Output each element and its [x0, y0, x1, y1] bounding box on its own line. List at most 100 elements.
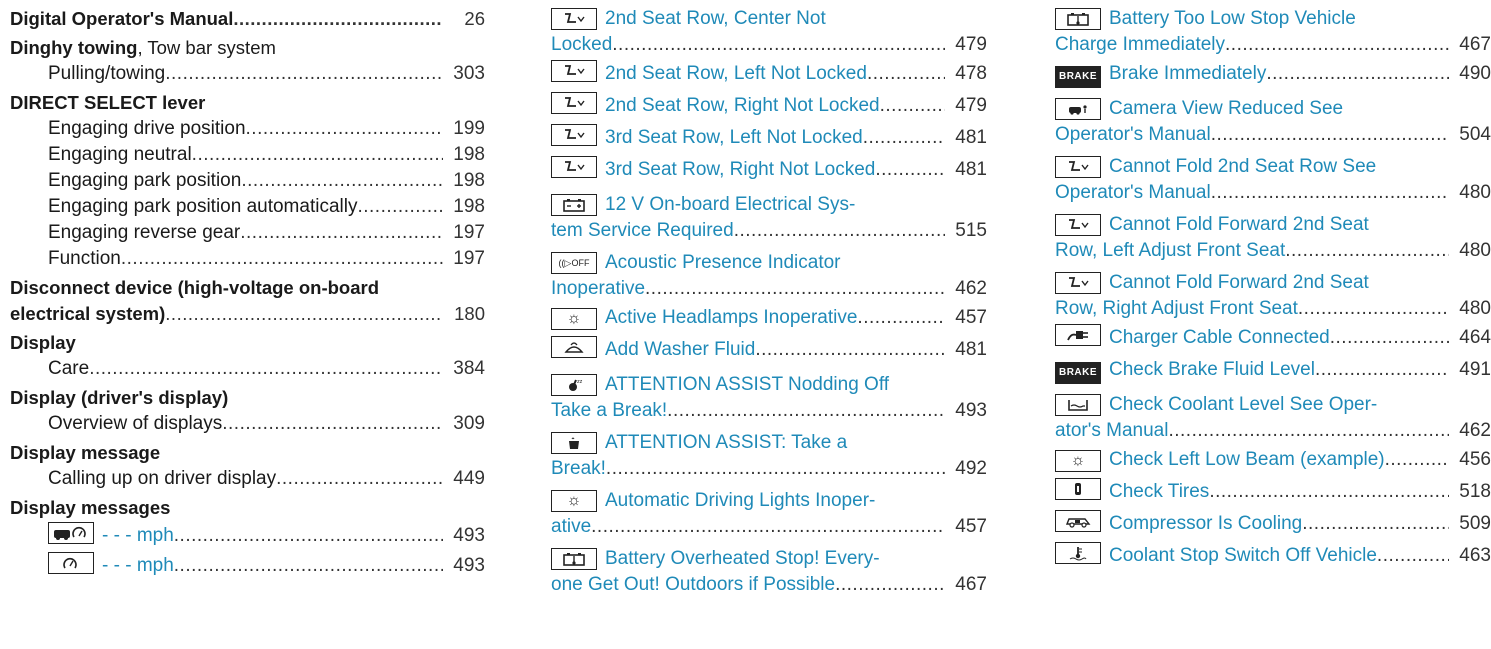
index-entry-display-drivers: Display (driver's display) [10, 385, 485, 411]
display-message-entry[interactable]: Battery Overheated Stop! Every- one Get … [551, 546, 987, 598]
index-subentry[interactable]: Overview of displays 309 [10, 411, 485, 437]
entry-title: Display [10, 332, 76, 353]
seat-icon [1055, 214, 1101, 236]
page-number[interactable]: 481 [945, 154, 987, 186]
leader-dots [165, 61, 443, 87]
page-number[interactable]: 518 [1449, 476, 1491, 508]
leader-dots [89, 356, 443, 382]
page-number[interactable]: 467 [1449, 32, 1491, 58]
page-number[interactable]: 481 [945, 334, 987, 366]
index-subentry[interactable]: Engaging drive position 199 [10, 116, 485, 142]
leader-dots [1211, 180, 1449, 206]
page-number[interactable]: 197 [443, 220, 485, 246]
display-message-entry[interactable]: Check Coolant Level See Oper- ator's Man… [1055, 392, 1491, 444]
page-number[interactable]: 481 [945, 122, 987, 154]
page-number[interactable]: 303 [443, 61, 485, 87]
message-title: Compressor Is Cooling [1109, 513, 1303, 534]
page-number[interactable]: 457 [945, 302, 987, 334]
page-number[interactable]: 463 [1449, 540, 1491, 572]
leader-dots [880, 90, 945, 122]
page-number[interactable]: 479 [945, 90, 987, 122]
display-message-entry[interactable]: 3rd Seat Row, Right Not Locked 481 [551, 154, 987, 186]
display-message-entry[interactable]: 2nd Seat Row, Right Not Locked 479 [551, 90, 987, 122]
battery-icon [551, 194, 597, 216]
headlamp-icon: ☼ [551, 308, 597, 330]
display-message-entry[interactable]: 2nd Seat Row, Left Not Locked 478 [551, 58, 987, 90]
page-number[interactable]: 462 [1449, 418, 1491, 444]
page-number[interactable]: 198 [443, 194, 485, 220]
page-number[interactable]: 309 [443, 411, 485, 437]
index-subentry[interactable]: Care 384 [10, 356, 485, 382]
index-subentry[interactable]: Engaging park position 198 [10, 168, 485, 194]
page-number[interactable]: 493 [945, 398, 987, 424]
display-message-entry[interactable]: ☼ Automatic Driving Lights Inoper- ative 4… [551, 488, 987, 540]
page-number[interactable]: 478 [945, 58, 987, 90]
message-title: Coolant Stop Switch Off Vehicle [1109, 545, 1377, 566]
page-number[interactable]: 493 [443, 521, 485, 551]
display-message-entry[interactable]: zz ATTENTION ASSIST Nodding Off Take a Br… [551, 372, 987, 424]
page-number[interactable]: 456 [1449, 444, 1491, 476]
display-message-entry[interactable]: Camera View Reduced See Operator's Manua… [1055, 96, 1491, 148]
display-message-entry[interactable]: Cannot Fold Forward 2nd Seat Row, Right … [1055, 270, 1491, 322]
display-message-entry[interactable]: BRAKE Brake Immediately 490 [1055, 58, 1491, 90]
index-entry-disconnect-device-line2[interactable]: electrical system) 180 [10, 301, 485, 327]
index-entry-digital-operators-manual[interactable]: Digital Operator's Manual 26 [10, 6, 485, 32]
page-number[interactable]: 26 [443, 6, 485, 32]
page-number[interactable]: 457 [945, 514, 987, 540]
page-number[interactable]: 509 [1449, 508, 1491, 540]
coolant-temp-icon [1055, 542, 1101, 564]
page-number[interactable]: 491 [1449, 354, 1491, 386]
display-message-entry[interactable]: Check Tires 518 [1055, 476, 1491, 508]
display-message-entry[interactable]: BRAKE Check Brake Fluid Level 491 [1055, 354, 1491, 386]
page-number[interactable]: 198 [443, 142, 485, 168]
message-title: Cannot Fold Forward 2nd Seat [1109, 214, 1369, 235]
display-message-entry[interactable]: ((▷OFF Acoustic Presence Indicator Inoper… [551, 250, 987, 302]
leader-dots [667, 398, 945, 424]
page-number[interactable]: 462 [945, 276, 987, 302]
page-number[interactable]: 493 [443, 551, 485, 581]
page-number[interactable]: 504 [1449, 122, 1491, 148]
page-number[interactable]: 467 [945, 572, 987, 598]
display-message-entry[interactable]: Charger Cable Connected 464 [1055, 322, 1491, 354]
page-number[interactable]: 449 [443, 466, 485, 492]
page-number[interactable]: 480 [1449, 296, 1491, 322]
page-number[interactable]: 197 [443, 246, 485, 272]
page-number[interactable]: 384 [443, 356, 485, 382]
message-title: Check Tires [1109, 481, 1210, 502]
page-number[interactable]: 180 [443, 301, 485, 327]
display-message-entry[interactable]: ☼ Active Headlamps Inoperative 457 [551, 302, 987, 334]
display-message-entry[interactable]: Coolant Stop Switch Off Vehicle 463 [1055, 540, 1491, 572]
index-subentry[interactable]: - - - mph 493 [10, 521, 485, 551]
index-subentry[interactable]: - - - mph 493 [10, 551, 485, 581]
entry-title: Digital Operator's Manual [10, 8, 234, 29]
page-number[interactable]: 464 [1449, 322, 1491, 354]
index-subentry[interactable]: Function 197 [10, 246, 485, 272]
attention-assist-icon: zz [551, 374, 597, 396]
display-message-entry[interactable]: ☼ Check Left Low Beam (example) 456 [1055, 444, 1491, 476]
display-message-entry[interactable]: 3rd Seat Row, Left Not Locked 481 [551, 122, 987, 154]
display-message-entry[interactable]: Compressor Is Cooling 509 [1055, 508, 1491, 540]
page-number[interactable]: 479 [945, 32, 987, 58]
display-message-entry[interactable]: Add Washer Fluid 481 [551, 334, 987, 366]
page-number[interactable]: 198 [443, 168, 485, 194]
index-subentry[interactable]: Engaging park position automatically 198 [10, 194, 485, 220]
page-number[interactable]: 480 [1449, 238, 1491, 264]
page-number[interactable]: 480 [1449, 180, 1491, 206]
display-message-entry[interactable]: 12 V On-board Electrical Sys- tem Servic… [551, 192, 987, 244]
index-subentry[interactable]: Engaging neutral 198 [10, 142, 485, 168]
seat-icon [551, 92, 597, 114]
display-message-entry[interactable]: ATTENTION ASSIST: Take a Break! 492 [551, 430, 987, 482]
display-message-entry[interactable]: Cannot Fold 2nd Seat Row See Operator's … [1055, 154, 1491, 206]
page-number[interactable]: 490 [1449, 58, 1491, 90]
subentry-label: Calling up on driver display [48, 468, 277, 489]
speedometer-icon [48, 552, 94, 574]
page-number[interactable]: 199 [443, 116, 485, 142]
display-message-entry[interactable]: Battery Too Low Stop Vehicle Charge Imme… [1055, 6, 1491, 58]
display-message-entry[interactable]: Cannot Fold Forward 2nd Seat Row, Left A… [1055, 212, 1491, 264]
index-subentry[interactable]: Engaging reverse gear 197 [10, 220, 485, 246]
page-number[interactable]: 515 [945, 218, 987, 244]
index-subentry[interactable]: Pulling/towing 303 [10, 61, 485, 87]
index-subentry[interactable]: Calling up on driver display 449 [10, 466, 485, 492]
display-message-entry[interactable]: 2nd Seat Row, Center Not Locked 479 [551, 6, 987, 58]
page-number[interactable]: 492 [945, 456, 987, 482]
